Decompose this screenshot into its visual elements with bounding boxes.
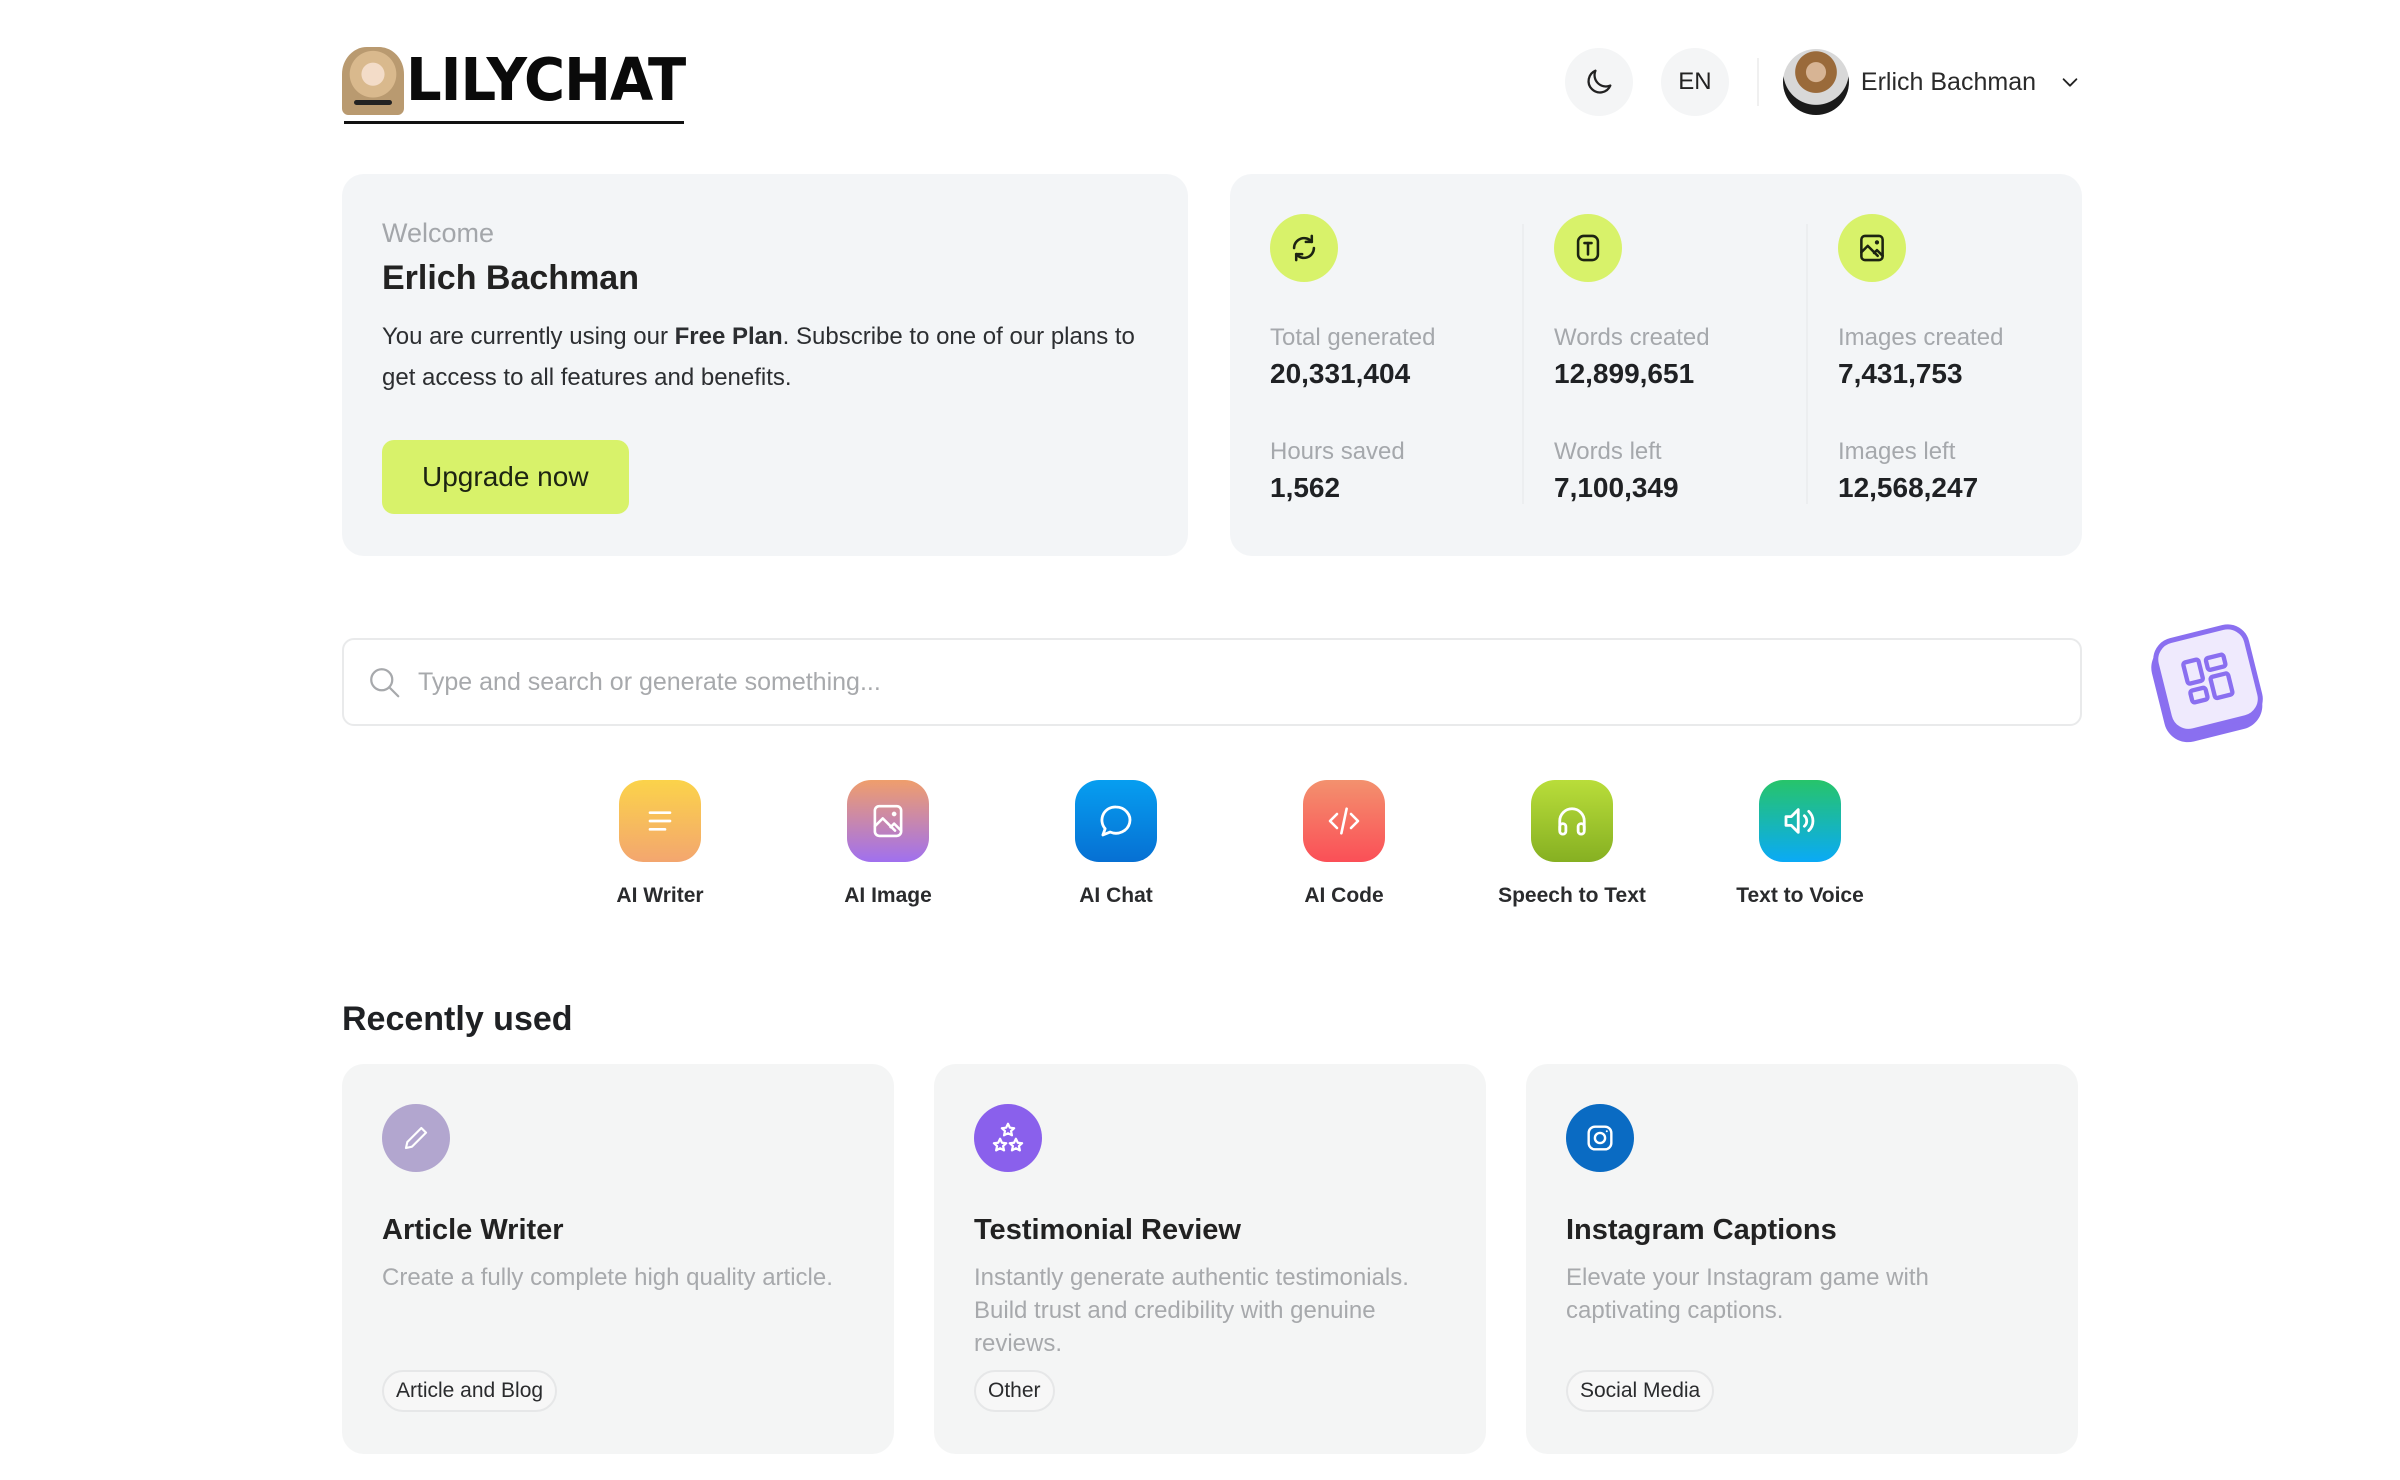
recent-card-article-writer[interactable]: Article Writer Create a fully complete h… [342, 1064, 894, 1454]
stat-label: Words left [1554, 438, 1662, 465]
tool-icon-tile [1075, 780, 1157, 862]
stat-total-generated: Total generated 20,331,404 [1270, 324, 1435, 390]
tool-ai-image[interactable]: AI Image [788, 780, 988, 908]
grid-apps-icon [2181, 652, 2235, 705]
user-menu-dropdown[interactable] [2058, 70, 2082, 94]
recent-card-testimonial-review[interactable]: Testimonial Review Instantly generate au… [934, 1064, 1486, 1454]
top-header: LILYCHAT EN Erlich Bachman [342, 40, 2082, 124]
recent-card-title: Testimonial Review [974, 1214, 1241, 1246]
user-name[interactable]: Erlich Bachman [1861, 68, 2036, 97]
tool-label: AI Code [1304, 884, 1384, 907]
headphones-icon [1558, 807, 1586, 836]
tool-icon-tile [1531, 780, 1613, 862]
header-divider [1756, 58, 1759, 106]
stat-value: 20,331,404 [1270, 358, 1411, 389]
stat-words-left: Words left 7,100,349 [1554, 438, 1679, 504]
current-plan-name: Free Plan [674, 323, 783, 350]
tool-speech-to-text[interactable]: Speech to Text [1472, 780, 1672, 908]
recent-card-description: Instantly generate authentic testimonial… [974, 1264, 1409, 1357]
stat-value: 7,100,349 [1554, 472, 1679, 503]
recent-card-title: Article Writer [382, 1214, 564, 1246]
tool-icon-tile [619, 780, 701, 862]
moon-icon [1587, 69, 1612, 94]
speaker-icon [1784, 808, 1815, 834]
plan-message-prefix: You are currently using our [382, 323, 675, 350]
category-tag[interactable]: Social Media [1566, 1370, 1715, 1412]
image-icon [1860, 234, 1884, 262]
tool-icon-tile [847, 780, 929, 862]
tool-label: Text to Voice [1736, 884, 1864, 907]
search-bar[interactable] [342, 638, 2082, 726]
stats-column-words: Words created 12,899,651 Words left 7,10… [1554, 174, 1834, 556]
stat-images-left: Images left 12,568,247 [1838, 438, 1978, 504]
user-avatar[interactable] [1782, 49, 1849, 115]
image-icon [873, 804, 903, 838]
stat-icon-badge [1838, 214, 1906, 282]
tool-label: Speech to Text [1498, 884, 1646, 907]
stat-label: Images created [1838, 324, 2004, 351]
stat-label: Total generated [1270, 324, 1436, 351]
search-input[interactable] [418, 667, 2018, 697]
stat-label: Images left [1838, 438, 1956, 465]
theme-toggle-button[interactable] [1564, 48, 1633, 116]
recent-card-icon-badge [382, 1104, 450, 1172]
text-box-icon [1576, 234, 1600, 262]
brand-name: LILYCHAT [406, 46, 686, 115]
search-icon [370, 668, 400, 698]
chat-bubble-icon [1100, 805, 1132, 837]
stars-icon [992, 1122, 1024, 1152]
language-button[interactable]: EN [1660, 48, 1729, 116]
recent-card-description: Create a fully complete high quality art… [382, 1264, 833, 1291]
stat-images-created: Images created 7,431,753 [1838, 324, 2003, 390]
category-tag[interactable]: Other [974, 1370, 1055, 1412]
tool-ai-chat[interactable]: AI Chat [1016, 780, 1216, 908]
logo-mascot-image [342, 47, 404, 115]
upgrade-now-button[interactable]: Upgrade now [382, 440, 629, 514]
pencil-icon [404, 1126, 428, 1150]
usage-stats-card: Total generated 20,331,404 Hours saved 1… [1230, 174, 2082, 556]
code-icon [1328, 807, 1360, 835]
welcome-user-name: Erlich Bachman [382, 259, 639, 297]
chevron-down-icon [2062, 78, 2078, 87]
tool-icon-tile [1759, 780, 1841, 862]
recent-card-description: Elevate your Instagram game with captiva… [1566, 1264, 1929, 1324]
stat-label: Hours saved [1270, 438, 1405, 465]
stats-column-generated: Total generated 20,331,404 Hours saved 1… [1270, 174, 1550, 556]
tool-label: AI Writer [616, 884, 704, 907]
stats-column-images: Images created 7,431,753 Images left 12,… [1838, 174, 2118, 556]
tool-icon-tile [1303, 780, 1385, 862]
apps-grid-button[interactable] [2145, 619, 2273, 748]
stat-icon-badge [1554, 214, 1622, 282]
stat-value: 12,899,651 [1554, 358, 1695, 389]
recent-card-icon-badge [974, 1104, 1042, 1172]
stat-value: 12,568,247 [1838, 472, 1979, 503]
welcome-card: Welcome Erlich Bachman You are currently… [342, 174, 1188, 556]
recent-card-icon-badge [1566, 1104, 1634, 1172]
lines-icon [648, 811, 672, 831]
instagram-icon [1587, 1125, 1613, 1151]
recently-used-heading: Recently used [342, 1000, 573, 1038]
recent-card-instagram-captions[interactable]: Instagram Captions Elevate your Instagra… [1526, 1064, 2078, 1454]
welcome-label: Welcome [382, 218, 495, 248]
tool-text-to-voice[interactable]: Text to Voice [1700, 780, 1900, 908]
category-tag[interactable]: Article and Blog [382, 1370, 558, 1412]
logo-underline [344, 121, 684, 124]
language-code: EN [1678, 68, 1712, 95]
tool-label: AI Chat [1079, 884, 1153, 907]
brand-logo[interactable]: LILYCHAT [342, 46, 686, 124]
stat-label: Words created [1554, 324, 1710, 351]
plan-message: You are currently using our Free Plan. S… [382, 316, 1162, 398]
tool-ai-writer[interactable]: AI Writer [560, 780, 760, 908]
tool-ai-code[interactable]: AI Code [1244, 780, 1444, 908]
refresh-icon [1292, 234, 1316, 262]
stat-hours-saved: Hours saved 1,562 [1270, 438, 1405, 504]
stat-value: 7,431,753 [1838, 358, 1963, 389]
recent-card-title: Instagram Captions [1566, 1214, 1837, 1246]
stat-value: 1,562 [1270, 472, 1341, 503]
tool-label: AI Image [844, 884, 932, 907]
stat-words-created: Words created 12,899,651 [1554, 324, 1710, 390]
stat-icon-badge [1270, 214, 1338, 282]
